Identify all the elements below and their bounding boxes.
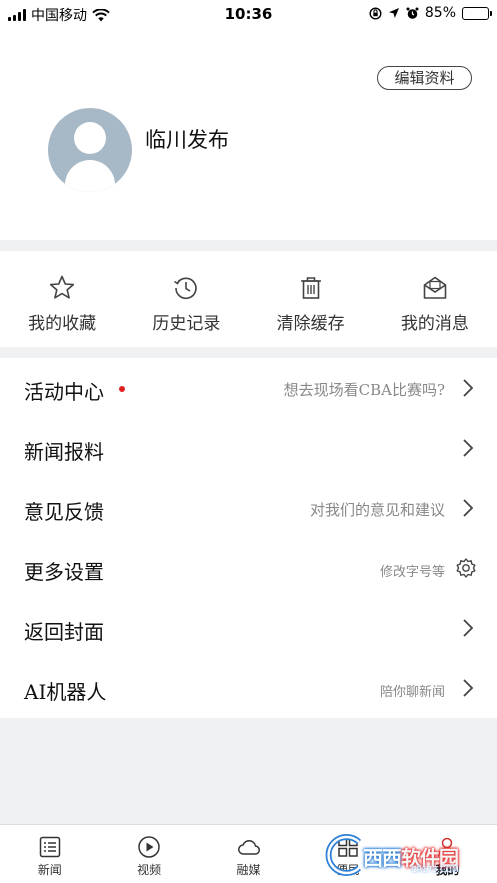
section-divider xyxy=(0,347,497,358)
chevron-right-icon xyxy=(463,619,474,637)
tab-label: 新闻 xyxy=(37,863,62,877)
rotation-lock-icon xyxy=(369,6,382,20)
location-icon xyxy=(388,8,399,18)
quick-action-label: 我的收藏 xyxy=(28,314,97,334)
star-icon xyxy=(50,275,75,299)
avatar[interactable] xyxy=(48,108,132,192)
quick-action-label: 历史记录 xyxy=(152,314,221,334)
history-icon xyxy=(174,277,198,300)
menu-item-label: 活动中心 xyxy=(24,380,104,404)
quick-action-label: 我的消息 xyxy=(400,314,469,334)
alarm-icon xyxy=(406,7,419,19)
avatar-head-shape xyxy=(74,122,106,154)
menu-item-hint: 对我们的意见和建议 xyxy=(309,501,445,519)
avatar-body-shape xyxy=(65,160,115,192)
menu-item-activity-center[interactable]: 活动中心 想去现场看CBA比赛吗? xyxy=(0,358,497,418)
menu-item-label: 新闻报料 xyxy=(24,440,104,464)
chevron-right-icon xyxy=(463,499,474,517)
watermark-badge-icon xyxy=(325,834,362,876)
menu-item-hint: 想去现场看CBA比赛吗? xyxy=(283,381,445,399)
section-divider xyxy=(0,240,497,251)
menu-item-hint: 陪你聊新闻 xyxy=(379,685,445,700)
menu-list: 活动中心 想去现场看CBA比赛吗? 新闻报料 意见反馈 对我们的意见和建议 更多… xyxy=(0,358,497,718)
username[interactable]: 临川发布 xyxy=(145,124,229,154)
quick-action-favorites[interactable]: 我的收藏 xyxy=(0,251,124,347)
quick-action-clear-cache[interactable]: 清除缓存 xyxy=(249,251,373,347)
tab-label: 视频 xyxy=(137,863,162,877)
tab-video[interactable]: 视频 xyxy=(99,825,198,883)
menu-item-news-tips[interactable]: 新闻报料 xyxy=(0,418,497,478)
status-bar: 中国移动 10:36 85% xyxy=(0,0,497,28)
menu-item-feedback[interactable]: 意见反馈 对我们的意见和建议 xyxy=(0,478,497,538)
tab-media[interactable]: 融媒 xyxy=(199,825,298,883)
gear-icon xyxy=(456,558,476,578)
battery-percent: 85% xyxy=(424,5,456,21)
battery-icon xyxy=(462,6,492,20)
trash-icon xyxy=(300,277,321,299)
watermark-logo: 西西软件园 CR173.COM xyxy=(319,832,479,878)
menu-item-ai-robot[interactable]: AI机器人 陪你聊新闻 xyxy=(0,658,497,718)
news-list-icon xyxy=(39,836,60,858)
watermark-url: CR173.COM xyxy=(411,865,459,874)
chevron-right-icon xyxy=(463,379,474,397)
quick-action-label: 清除缓存 xyxy=(276,314,345,334)
menu-item-label: 返回封面 xyxy=(24,620,104,644)
play-icon xyxy=(138,836,160,858)
menu-item-label: AI机器人 xyxy=(24,680,107,704)
edit-profile-button[interactable]: 编辑资料 xyxy=(377,66,472,90)
empty-area xyxy=(0,718,497,824)
tab-news[interactable]: 新闻 xyxy=(0,825,99,883)
cloud-icon xyxy=(237,839,260,855)
menu-item-hint: 修改字号等 xyxy=(379,565,445,580)
quick-action-messages[interactable]: 我的消息 xyxy=(373,251,497,347)
menu-item-more-settings[interactable]: 更多设置 修改字号等 xyxy=(0,538,497,598)
tab-label: 融媒 xyxy=(236,863,261,877)
menu-item-label: 意见反馈 xyxy=(24,500,104,524)
mail-icon xyxy=(423,276,447,299)
chevron-right-icon xyxy=(463,439,474,457)
red-dot-badge xyxy=(119,386,125,392)
status-right: 85% xyxy=(369,5,492,21)
menu-item-back-to-cover[interactable]: 返回封面 xyxy=(0,598,497,658)
quick-actions: 我的收藏 历史记录 清除缓存 我的消息 xyxy=(0,251,497,347)
chevron-right-icon xyxy=(463,679,474,697)
watermark-text-blue: 西西 xyxy=(363,846,402,870)
menu-item-label: 更多设置 xyxy=(24,560,104,584)
quick-action-history[interactable]: 历史记录 xyxy=(124,251,248,347)
